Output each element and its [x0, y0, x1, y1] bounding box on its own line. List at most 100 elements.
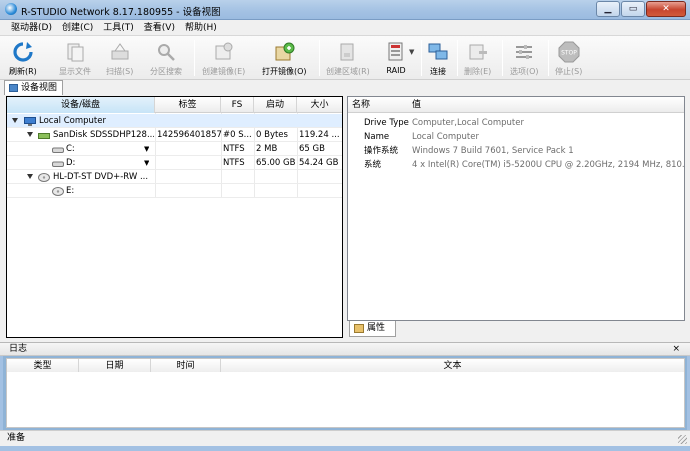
hard-disk-icon	[38, 131, 50, 139]
column-type[interactable]: 类型	[7, 359, 79, 373]
tab-device-view[interactable]: 设备视图	[4, 80, 64, 95]
device-row-c[interactable]: C: ▼ NTFS 2 MB 65 GB	[7, 142, 342, 156]
device-pane: 设备/磁盘 标签 FS 启动 大小 Local Computer SanDisk…	[6, 96, 343, 338]
device-start: 2 MB	[256, 144, 278, 154]
expand-icon[interactable]	[27, 174, 33, 179]
create-region-button[interactable]: 创建区域(R)	[326, 38, 370, 78]
raid-icon	[385, 41, 407, 63]
device-name: Local Computer	[39, 116, 106, 126]
column-fs[interactable]: FS	[221, 97, 254, 113]
scan-icon	[109, 41, 131, 63]
device-name: HL-DT-ST DVD+-RW ...	[53, 172, 149, 182]
toolbar-separator	[319, 40, 320, 76]
partition-search-button[interactable]: 分区搜索	[150, 38, 182, 78]
properties-header: 名称 值	[348, 97, 684, 113]
stop-button[interactable]: STOP 停止(S)	[555, 38, 582, 78]
column-date[interactable]: 日期	[79, 359, 151, 373]
column-name[interactable]: 名称	[352, 97, 370, 113]
device-start: 65.00 GB	[256, 158, 296, 168]
window-controls: ▁ ▭ ✕	[595, 1, 686, 18]
open-image-button[interactable]: 打开镜像(O)	[262, 38, 307, 78]
partition-icon	[52, 159, 64, 167]
property-key: 操作系统	[364, 146, 399, 156]
maximize-button[interactable]: ▭	[621, 1, 645, 17]
refresh-button[interactable]: 刷新(R)	[9, 38, 37, 78]
device-view-icon	[9, 84, 18, 92]
status-text: 准备	[7, 433, 26, 443]
chevron-down-icon[interactable]: ▼	[144, 142, 149, 156]
close-icon[interactable]: ×	[672, 343, 680, 356]
create-region-icon	[337, 41, 359, 63]
svg-text:STOP: STOP	[561, 50, 577, 57]
close-button[interactable]: ✕	[646, 1, 686, 17]
device-size: 65 GB	[299, 144, 325, 154]
partition-icon	[52, 145, 64, 153]
property-value: 4 x Intel(R) Core(TM) i5-5200U CPU @ 2.2…	[412, 160, 685, 170]
app-icon	[5, 3, 17, 15]
device-size: 54.24 GB	[299, 158, 339, 168]
status-bar: 准备	[0, 430, 690, 446]
options-button[interactable]: 选项(O)	[510, 38, 539, 78]
property-value: Local Computer	[412, 132, 479, 142]
column-size[interactable]: 大小	[297, 97, 342, 113]
expand-icon[interactable]	[12, 118, 18, 123]
raid-dropdown-button[interactable]: ▼	[409, 48, 414, 58]
device-name: C:	[66, 144, 75, 154]
computer-icon	[24, 117, 36, 126]
device-row-dvd[interactable]: HL-DT-ST DVD+-RW ...	[7, 170, 342, 184]
menu-view[interactable]: 查看(V)	[139, 21, 180, 35]
property-value: Windows 7 Build 7601, Service Pack 1	[412, 146, 574, 156]
show-files-button[interactable]: 显示文件	[59, 38, 91, 78]
property-key: 系统	[364, 160, 382, 170]
device-label: 142596401857	[157, 130, 222, 140]
device-row-sandisk[interactable]: SanDisk SDSSDHP128... 142596401857 #0 S.…	[7, 128, 342, 142]
menu-bar: 驱动器(D) 创建(C) 工具(T) 查看(V) 帮助(H)	[0, 20, 690, 36]
device-fs: NTFS	[223, 158, 245, 168]
log-table-header: 类型 日期 时间 文本	[6, 358, 685, 373]
expand-icon[interactable]	[27, 132, 33, 137]
window-border-bottom	[0, 446, 690, 451]
resize-grip-icon[interactable]	[678, 435, 687, 444]
create-image-button[interactable]: 创建镜像(E)	[202, 38, 245, 78]
device-fs: #0 S...	[223, 130, 252, 140]
column-time[interactable]: 时间	[151, 359, 221, 373]
property-row[interactable]: 系统 4 x Intel(R) Core(TM) i5-5200U CPU @ …	[348, 158, 684, 172]
property-row[interactable]: Drive Type Computer,Local Computer	[348, 116, 684, 130]
column-value[interactable]: 值	[412, 97, 421, 113]
menu-create[interactable]: 创建(C)	[57, 21, 98, 35]
raid-button[interactable]: RAID	[385, 38, 407, 78]
stop-icon: STOP	[558, 41, 580, 63]
tab-properties[interactable]: 属性	[349, 321, 396, 337]
minimize-button[interactable]: ▁	[596, 1, 620, 17]
column-label[interactable]: 标签	[155, 97, 221, 113]
device-name: SanDisk SDSSDHP128...	[53, 130, 154, 140]
toolbar-separator	[194, 40, 195, 76]
device-fs: NTFS	[223, 144, 245, 154]
connect-button[interactable]: 连接	[427, 38, 449, 78]
device-row-d[interactable]: D: ▼ NTFS 65.00 GB 54.24 GB	[7, 156, 342, 170]
view-tab-strip: 设备视图	[0, 80, 690, 95]
partition-search-icon	[155, 41, 177, 63]
device-row-e[interactable]: E:	[7, 184, 342, 198]
chevron-down-icon[interactable]: ▼	[144, 156, 149, 170]
delete-button[interactable]: 删除(E)	[464, 38, 491, 78]
device-start: 0 Bytes	[256, 130, 288, 140]
toolbar-separator	[502, 40, 503, 76]
device-name: E:	[66, 186, 75, 196]
column-start[interactable]: 启动	[254, 97, 297, 113]
menu-drive[interactable]: 驱动器(D)	[6, 21, 57, 35]
menu-help[interactable]: 帮助(H)	[180, 21, 222, 35]
column-device[interactable]: 设备/磁盘	[7, 97, 155, 113]
device-row-local-computer[interactable]: Local Computer	[7, 114, 342, 128]
property-row[interactable]: 操作系统 Windows 7 Build 7601, Service Pack …	[348, 144, 684, 158]
log-list[interactable]	[6, 372, 685, 428]
scan-button[interactable]: 扫描(S)	[106, 38, 133, 78]
optical-drive-icon	[38, 173, 50, 182]
menu-tools[interactable]: 工具(T)	[98, 21, 139, 35]
connect-icon	[427, 41, 449, 63]
toolbar: 刷新(R) 显示文件 扫描(S) 分区搜索 创建镜像(E) 打开镜像(O) 创建…	[0, 36, 690, 80]
column-text[interactable]: 文本	[221, 359, 684, 373]
refresh-icon	[12, 41, 34, 63]
property-row[interactable]: Name Local Computer	[348, 130, 684, 144]
device-name: D:	[66, 158, 76, 168]
